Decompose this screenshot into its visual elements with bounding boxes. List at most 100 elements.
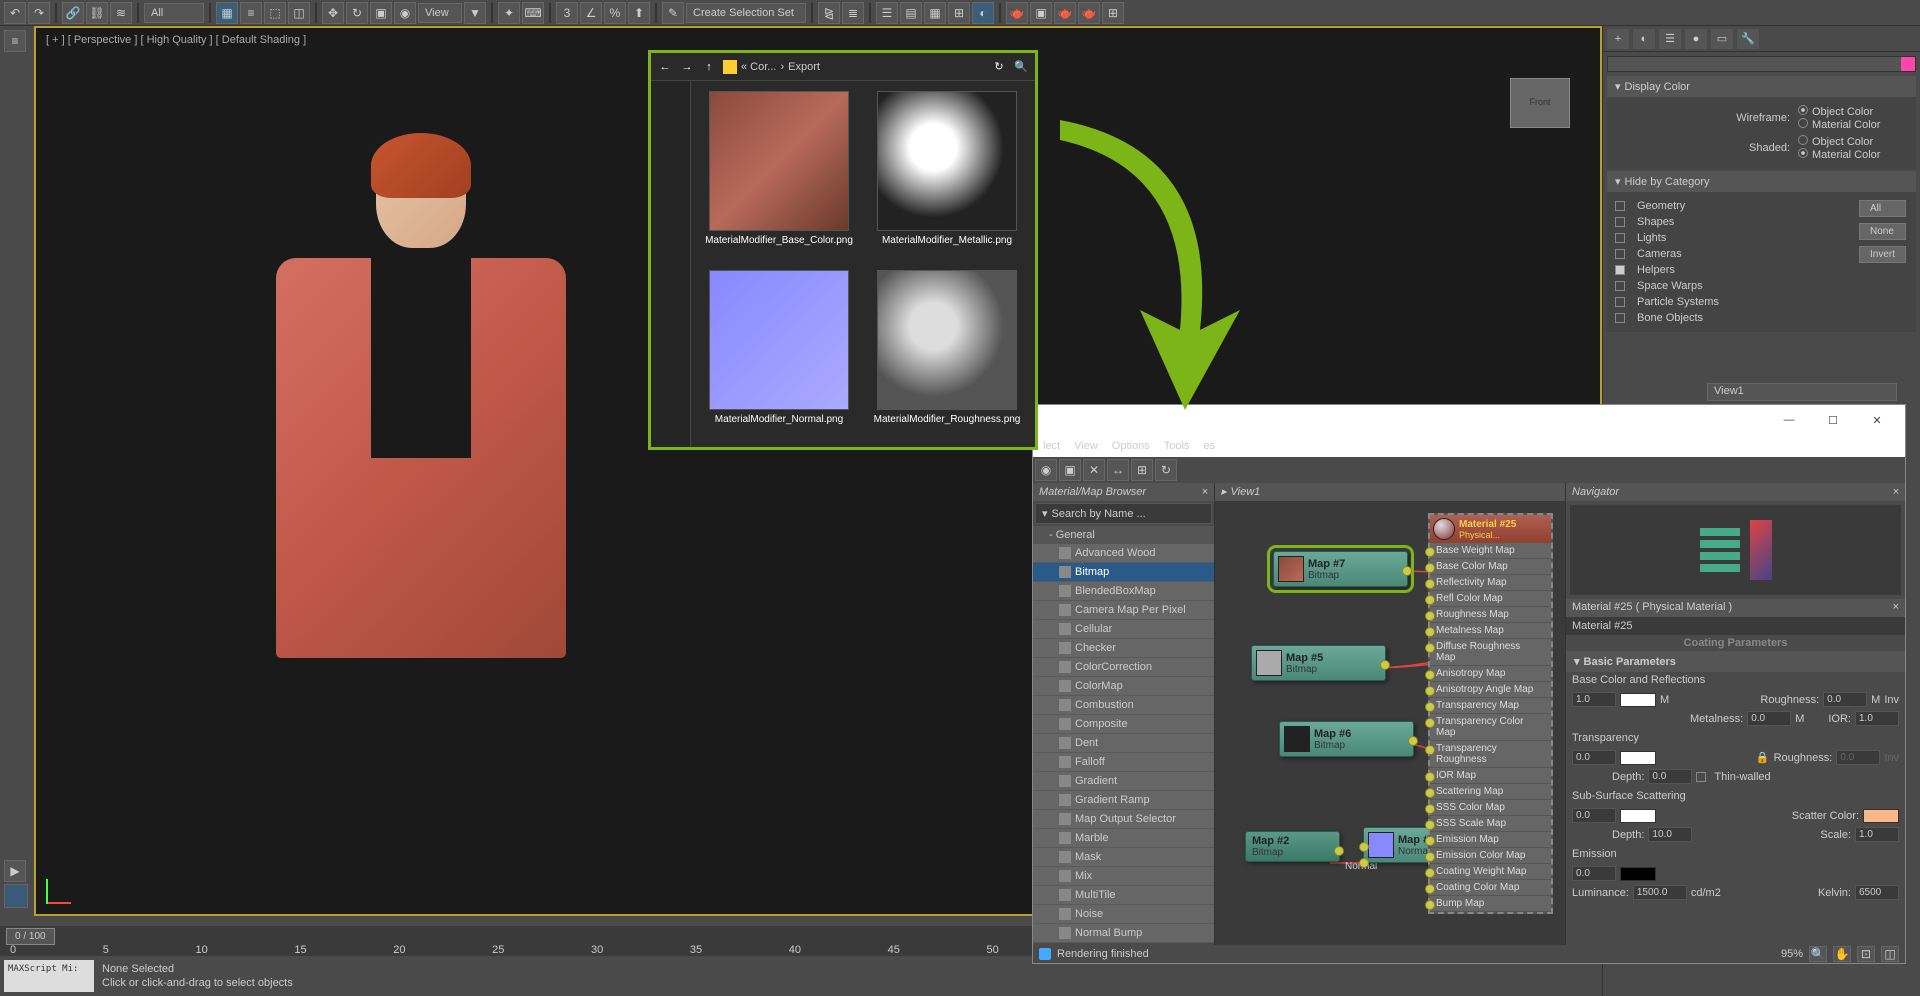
trans-spinner[interactable]: 0.0	[1572, 750, 1616, 765]
named-selset-dropdown[interactable]: Create Selection Set	[686, 3, 806, 23]
render-frame-button[interactable]: ▣	[1030, 2, 1052, 24]
browser-item-mask[interactable]: Mask	[1033, 848, 1214, 867]
zoom-extents-button[interactable]: ⊡	[1857, 946, 1875, 962]
mat-slot-diffuse-roughness-map[interactable]: Diffuse Roughness Map	[1430, 639, 1551, 666]
menu-options[interactable]: Options	[1112, 440, 1150, 452]
schematic-button[interactable]: ⊞	[948, 2, 970, 24]
select-window-button[interactable]: ◫	[288, 2, 310, 24]
refresh-button[interactable]: ↻	[991, 59, 1007, 75]
mat-slot-ior-map[interactable]: IOR Map	[1430, 768, 1551, 784]
zoom-region-button[interactable]: ◫	[1881, 946, 1899, 962]
basic-params-header[interactable]: ▾ Basic Parameters	[1566, 651, 1905, 672]
utilities-tab[interactable]: 🔧	[1737, 29, 1759, 49]
link-button[interactable]: 🔗	[62, 2, 84, 24]
snap-3-button[interactable]: 3	[556, 2, 578, 24]
mat-slot-reflectivity-map[interactable]: Reflectivity Map	[1430, 575, 1551, 591]
sme-delete-button[interactable]: ✕	[1083, 459, 1105, 481]
mat-slot-bump-map[interactable]: Bump Map	[1430, 896, 1551, 912]
mat-slot-sss-color-map[interactable]: SSS Color Map	[1430, 800, 1551, 816]
bind-button[interactable]: ≋	[110, 2, 132, 24]
menu-view[interactable]: View	[1074, 440, 1098, 452]
trans-color-swatch[interactable]	[1620, 751, 1656, 765]
rotate-button[interactable]: ↻	[346, 2, 368, 24]
ref-coord-dropdown[interactable]: View	[418, 3, 462, 23]
minimize-button[interactable]: —	[1769, 408, 1809, 432]
hide-none-button[interactable]: None	[1859, 223, 1906, 240]
node-map6[interactable]: Map #6Bitmap	[1279, 721, 1414, 757]
file-item-metallic[interactable]: MaterialModifier_Metallic.png	[869, 91, 1025, 258]
trans-depth-spinner[interactable]: 0.0	[1648, 769, 1692, 784]
browser-item-gradient[interactable]: Gradient	[1033, 772, 1214, 791]
node-map2[interactable]: Map #2Bitmap	[1245, 831, 1340, 862]
browser-item-mix[interactable]: Mix	[1033, 867, 1214, 886]
hide-cat-geometry[interactable]: Geometry	[1615, 198, 1857, 214]
base-weight-spinner[interactable]: 1.0	[1572, 692, 1616, 707]
mat-slot-base-weight-map[interactable]: Base Weight Map	[1430, 543, 1551, 559]
close-button[interactable]: ✕	[1857, 408, 1897, 432]
motion-tab[interactable]: ●	[1685, 29, 1707, 49]
mat-slot-scattering-map[interactable]: Scattering Map	[1430, 784, 1551, 800]
shaded-object-radio[interactable]: Object Color	[1798, 135, 1908, 148]
browser-item-checker[interactable]: Checker	[1033, 639, 1214, 658]
select-rect-button[interactable]: ⬚	[264, 2, 286, 24]
browser-item-blendedboxmap[interactable]: BlendedBoxMap	[1033, 582, 1214, 601]
undo-button[interactable]: ↶	[4, 2, 26, 24]
hierarchy-tab[interactable]: ☰	[1659, 29, 1681, 49]
browser-item-combustion[interactable]: Combustion	[1033, 696, 1214, 715]
viewcube[interactable]: Front	[1510, 78, 1570, 128]
browser-item-bitmap[interactable]: Bitmap	[1033, 563, 1214, 582]
browser-close-icon[interactable]: ×	[1202, 486, 1208, 498]
hide-cat-bone-objects[interactable]: Bone Objects	[1615, 310, 1857, 326]
nav-back-button[interactable]: ←	[657, 59, 673, 75]
hide-invert-button[interactable]: Invert	[1859, 246, 1906, 263]
viewport-label[interactable]: [ + ] [ Perspective ] [ High Quality ] […	[46, 34, 306, 46]
object-color-swatch[interactable]	[1607, 56, 1916, 72]
sme-view-dropdown[interactable]: View1	[1707, 383, 1897, 401]
pan-button[interactable]: ✋	[1833, 946, 1851, 962]
sme-pick-button[interactable]: ◉	[1035, 459, 1057, 481]
hide-cat-particle-systems[interactable]: Particle Systems	[1615, 294, 1857, 310]
emission-spinner[interactable]: 0.0	[1572, 866, 1616, 881]
mat-slot-sss-scale-map[interactable]: SSS Scale Map	[1430, 816, 1551, 832]
create-tab[interactable]: +	[1607, 29, 1629, 49]
mirror-button[interactable]: ⧎	[818, 2, 840, 24]
breadcrumb[interactable]: « Cor... › Export	[723, 60, 985, 74]
selection-filter-dropdown[interactable]: All	[144, 3, 204, 23]
center-button[interactable]: ▼	[464, 2, 486, 24]
wireframe-material-radio[interactable]: Material Color	[1798, 118, 1908, 131]
menu-tools[interactable]: Tools	[1164, 440, 1190, 452]
sss-scale-spinner[interactable]: 1.0	[1855, 827, 1899, 842]
browser-item-composite[interactable]: Composite	[1033, 715, 1214, 734]
browser-item-advanced-wood[interactable]: Advanced Wood	[1033, 544, 1214, 563]
emission-color-swatch[interactable]	[1620, 867, 1656, 881]
luminance-spinner[interactable]: 1500.0	[1633, 885, 1687, 900]
sss-spinner[interactable]: 0.0	[1572, 808, 1616, 823]
render-button[interactable]: 🫖	[1054, 2, 1076, 24]
nav-up-button[interactable]: ↑	[701, 59, 717, 75]
file-item-roughness[interactable]: MaterialModifier_Roughness.png	[869, 270, 1025, 437]
render-prod-button[interactable]: 🫖	[1078, 2, 1100, 24]
redo-button[interactable]: ↷	[28, 2, 50, 24]
node-map5[interactable]: Map #5Bitmap	[1251, 645, 1386, 681]
browser-item-falloff[interactable]: Falloff	[1033, 753, 1214, 772]
mat-slot-coating-color-map[interactable]: Coating Color Map	[1430, 880, 1551, 896]
display-color-header[interactable]: ▾ Display Color	[1607, 76, 1916, 97]
mat-slot-refl-color-map[interactable]: Refl Color Map	[1430, 591, 1551, 607]
browser-item-colorcorrection[interactable]: ColorCorrection	[1033, 658, 1214, 677]
browser-item-noise[interactable]: Noise	[1033, 905, 1214, 924]
hide-cat-space-warps[interactable]: Space Warps	[1615, 278, 1857, 294]
zoom-in-button[interactable]: 🔍	[1809, 946, 1827, 962]
browser-item-multitile[interactable]: MultiTile	[1033, 886, 1214, 905]
curve-editor-button[interactable]: ▦	[924, 2, 946, 24]
vp-play-button[interactable]: ▶	[4, 860, 26, 882]
mat-slot-base-color-map[interactable]: Base Color Map	[1430, 559, 1551, 575]
align-button[interactable]: ≣	[842, 2, 864, 24]
browser-category[interactable]: - General	[1033, 526, 1214, 544]
mat-slot-metalness-map[interactable]: Metalness Map	[1430, 623, 1551, 639]
param-close-icon[interactable]: ×	[1893, 601, 1899, 613]
spinner-snap-button[interactable]: ⬆	[628, 2, 650, 24]
menu-utilities[interactable]: es	[1203, 440, 1215, 452]
scale-button[interactable]: ▣	[370, 2, 392, 24]
browser-item-normal-bump[interactable]: Normal Bump	[1033, 924, 1214, 943]
ior-spinner[interactable]: 1.0	[1855, 711, 1899, 726]
